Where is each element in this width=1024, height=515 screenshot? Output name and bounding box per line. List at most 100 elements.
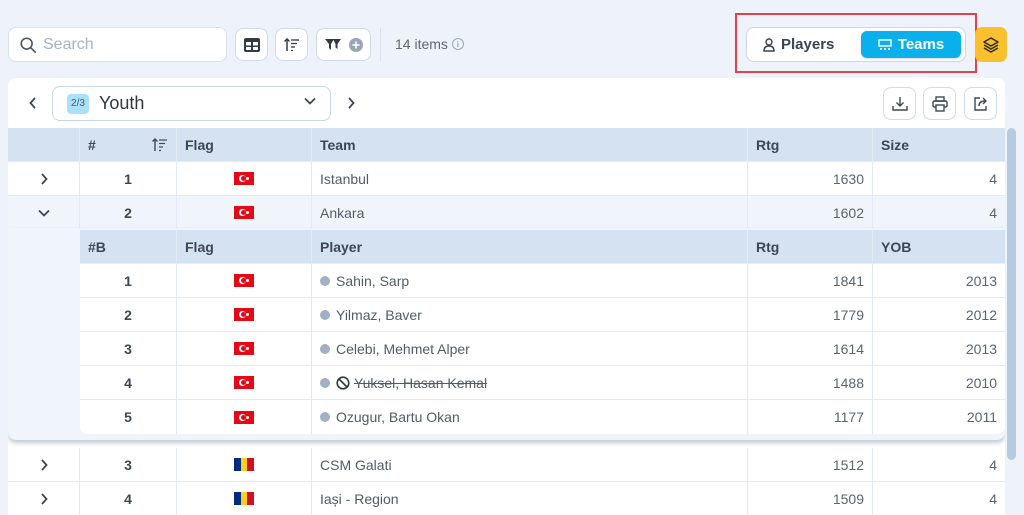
next-group-button[interactable] [342, 94, 360, 112]
romania-flag-icon [234, 492, 255, 505]
team-rank: 2 [80, 196, 177, 230]
player-cell[interactable]: Ozugur, Bartu Okan [312, 400, 748, 434]
group-index-badge: 2/3 [67, 93, 89, 114]
header-num[interactable]: # [80, 128, 177, 162]
filter-button[interactable] [316, 28, 371, 61]
player-cell[interactable]: Celebi, Mehmet Alper [312, 332, 748, 366]
turkey-flag-icon [234, 410, 254, 424]
search-field[interactable] [8, 27, 227, 62]
sort-ascending-icon[interactable] [152, 137, 168, 152]
player-rating: 1488 [748, 366, 873, 400]
player-name[interactable]: Ozugur, Bartu Okan [336, 409, 460, 425]
header-player[interactable]: Player [312, 230, 748, 264]
share-button[interactable] [964, 87, 997, 120]
team-row[interactable]: 3 CSM Galati 1512 4 [8, 448, 1005, 482]
status-dot-icon [320, 343, 330, 354]
player-row[interactable]: 5 Ozugur, Bartu Okan 1177 2011 [80, 400, 1005, 434]
teams-tab-label: Teams [897, 36, 945, 53]
team-rank: 1 [80, 162, 177, 196]
header-yob[interactable]: YOB [873, 230, 1005, 264]
board-number: 2 [80, 298, 177, 332]
table-header: # Flag Team Rtg Size [8, 128, 1005, 162]
player-row[interactable]: 3 Celebi, Mehmet Alper 1614 2013 [80, 332, 1005, 366]
table-icon [243, 37, 260, 52]
chevron-down-icon [304, 97, 316, 105]
view-toggle: Players Teams [746, 27, 966, 62]
expand-button[interactable] [8, 448, 80, 482]
status-dot-icon [320, 275, 330, 286]
header-flag[interactable]: Flag [177, 230, 312, 264]
team-name[interactable]: CSM Galati [312, 448, 748, 482]
header-rtg[interactable]: Rtg [748, 128, 873, 162]
flag-cell [177, 162, 312, 196]
previous-group-button[interactable] [24, 94, 42, 112]
layers-button[interactable] [975, 27, 1007, 62]
expand-button[interactable] [8, 482, 80, 515]
team-row[interactable]: 2 Ankara 1602 4 [8, 196, 1005, 230]
player-name[interactable]: Sahin, Sarp [336, 273, 409, 289]
team-row[interactable]: 4 Iași - Region 1509 4 [8, 482, 1005, 515]
chevron-down-icon [37, 209, 50, 217]
player-rating: 1779 [748, 298, 873, 332]
teams-tab[interactable]: Teams [861, 31, 961, 58]
board-number: 5 [80, 400, 177, 434]
sort-button[interactable] [275, 28, 308, 61]
player-row[interactable]: 1 Sahin, Sarp 1841 2013 [80, 264, 1005, 298]
header-board[interactable]: #B [80, 230, 177, 264]
header-team[interactable]: Team [312, 128, 748, 162]
turkey-flag-icon [234, 308, 254, 321]
flag-cell [177, 332, 312, 366]
player-row[interactable]: 2 Yilmaz, Baver 1779 2012 [80, 298, 1005, 332]
team-rank: 4 [80, 482, 177, 515]
team-name[interactable]: Ankara [312, 196, 748, 230]
info-icon[interactable]: i [451, 38, 464, 50]
players-tab[interactable]: Players [763, 31, 834, 58]
filter-icon [324, 38, 341, 50]
team-name[interactable]: Iași - Region [312, 482, 748, 515]
sort-ascending-icon [283, 37, 299, 51]
turkey-flag-icon [234, 206, 254, 219]
search-input[interactable] [43, 35, 213, 54]
player-name[interactable]: Yilmaz, Baver [336, 307, 422, 323]
player-cell[interactable]: Yuksel, Hasan Kemal [312, 366, 748, 400]
team-name[interactable]: Istanbul [312, 162, 748, 196]
turkey-flag-icon [234, 274, 254, 287]
board-number: 3 [80, 332, 177, 366]
expand-button[interactable] [8, 162, 80, 196]
player-name[interactable]: Yuksel, Hasan Kemal [354, 375, 487, 391]
share-icon [973, 96, 987, 111]
download-icon [891, 96, 908, 111]
player-cell[interactable]: Sahin, Sarp [312, 264, 748, 298]
status-dot-icon [320, 412, 330, 422]
team-rating: 1602 [748, 196, 873, 230]
toolbar-divider [380, 28, 381, 61]
team-size: 4 [873, 448, 1005, 482]
group-select[interactable]: 2/3 Youth [52, 86, 331, 121]
player-yob: 2011 [966, 409, 997, 425]
table-view-button[interactable] [235, 28, 268, 61]
status-dot-icon [320, 309, 330, 320]
header-size[interactable]: Size [873, 128, 1005, 162]
flag-cell [177, 366, 312, 400]
turkey-flag-icon [234, 376, 254, 389]
chevron-right-icon [40, 458, 48, 471]
vertical-scrollbar[interactable] [1007, 128, 1016, 460]
print-button[interactable] [923, 87, 956, 120]
team-rating: 1512 [748, 448, 873, 482]
flag-cell [177, 298, 312, 332]
player-row[interactable]: 4 Yuksel, Hasan Kemal 1488 2010 [80, 366, 1005, 400]
players-tab-label: Players [781, 36, 835, 53]
player-yob: 2013 [873, 332, 1005, 366]
layers-icon [983, 36, 999, 53]
header-flag[interactable]: Flag [177, 128, 312, 162]
team-rank: 3 [80, 448, 177, 482]
header-rtg[interactable]: Rtg [748, 230, 873, 264]
search-icon [20, 36, 37, 53]
download-button[interactable] [883, 87, 916, 120]
team-row[interactable]: 1 Istanbul 1630 4 [8, 162, 1005, 196]
player-cell[interactable]: Yilmaz, Baver [312, 298, 748, 332]
collapse-button[interactable] [8, 196, 80, 230]
chevron-right-icon [40, 492, 48, 505]
turkey-flag-icon [234, 172, 254, 185]
player-name[interactable]: Celebi, Mehmet Alper [336, 341, 470, 357]
